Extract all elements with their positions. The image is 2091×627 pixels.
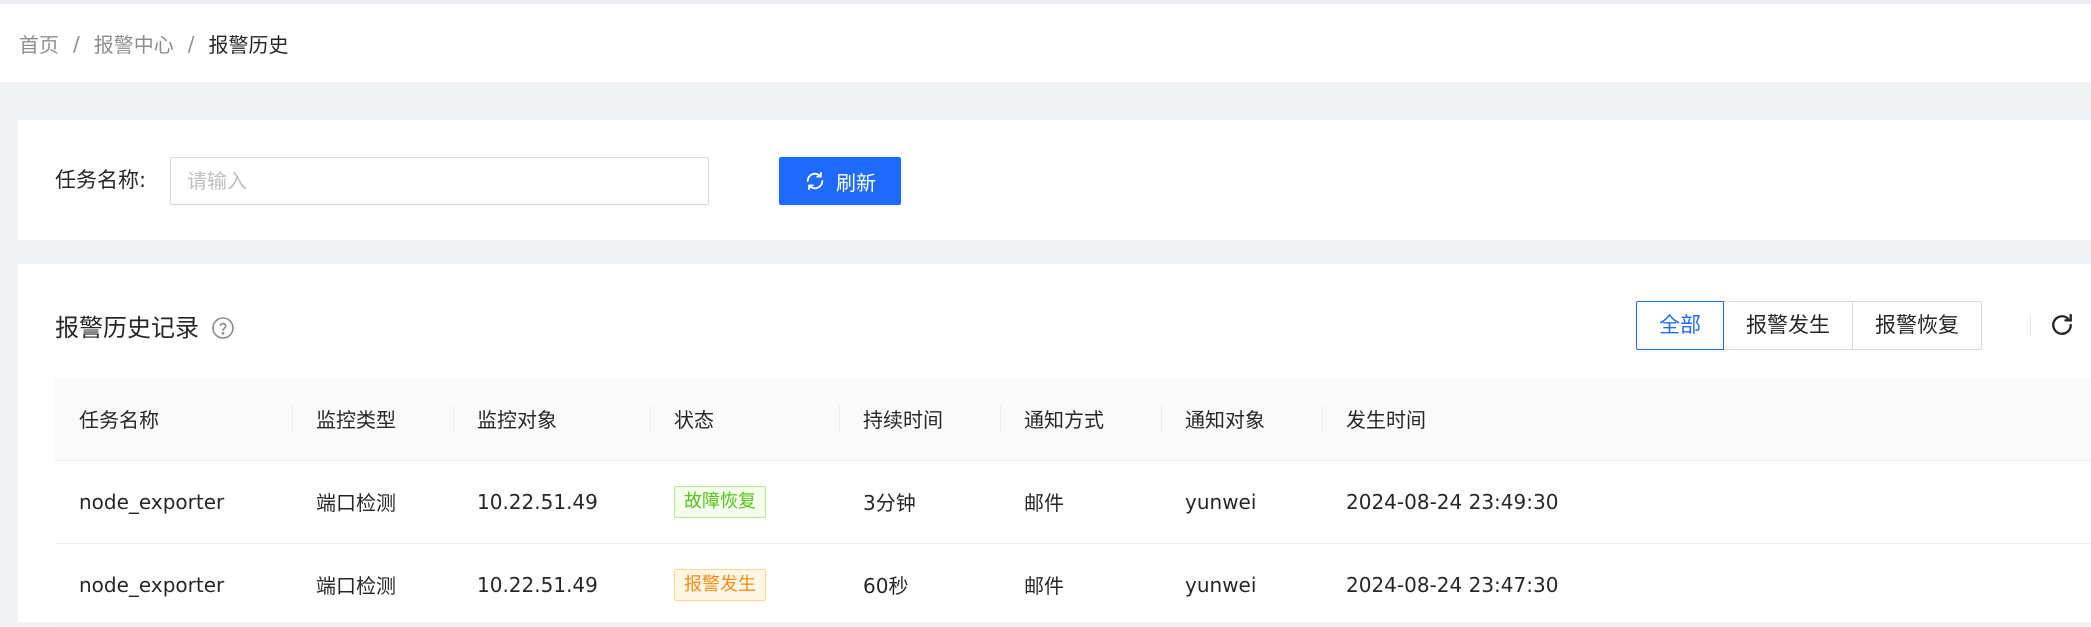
column-header-duration: 持续时间 — [839, 378, 1000, 460]
task-name-label: 任务名称: — [55, 168, 147, 192]
breadcrumb-item-alert-center[interactable]: 报警中心 — [94, 29, 174, 58]
column-header-notify-method: 通知方式 — [1000, 378, 1161, 460]
cell-notify-method: 邮件 — [1024, 491, 1064, 515]
table-header-row: 任务名称 监控类型 监控对象 状态 持续时间 通知方式 通知对象 发生时间 — [55, 378, 2091, 460]
cell-notify-target: yunwei — [1185, 489, 1257, 514]
status-filter-group: 全部 报警发生 报警恢复 — [1636, 301, 1982, 350]
cell-duration: 3分钟 — [863, 491, 916, 515]
breadcrumb: 首页 / 报警中心 / 报警历史 — [0, 4, 2091, 84]
table-row[interactable]: node_exporter 端口检测 10.22.51.49 故障恢复 3分钟 … — [55, 460, 2091, 543]
cell-task-name: node_exporter — [79, 489, 225, 514]
alert-history-card: 报警历史记录 全部 报警发生 报警恢复 任务名称 监控类型 监控对象 状态 持续… — [18, 264, 2091, 626]
filter-alert-fired-button[interactable]: 报警发生 — [1723, 301, 1853, 350]
alert-history-table: 任务名称 监控类型 监控对象 状态 持续时间 通知方式 通知对象 发生时间 no… — [55, 378, 2091, 627]
column-header-occurred-at: 发生时间 — [1322, 378, 2091, 460]
cell-occurred-at: 2024-08-24 23:49:30 — [1346, 489, 1559, 514]
table-row[interactable]: node_exporter 端口检测 10.22.51.49 报警发生 60秒 … — [55, 543, 2091, 626]
cell-occurred-at: 2024-08-24 23:47:30 — [1346, 572, 1559, 597]
breadcrumb-separator: / — [73, 31, 80, 56]
cell-monitor-type: 端口检测 — [316, 574, 396, 598]
cell-status: 故障恢复 — [650, 460, 839, 543]
card-title-text: 报警历史记录 — [55, 314, 199, 342]
filter-alert-recovered-button[interactable]: 报警恢复 — [1852, 301, 1982, 350]
refresh-button-label: 刷新 — [836, 170, 876, 195]
task-name-input[interactable] — [170, 157, 709, 205]
cell-monitor-target: 10.22.51.49 — [477, 489, 598, 514]
cell-monitor-type: 端口检测 — [316, 491, 396, 515]
column-header-monitor-target: 监控对象 — [453, 378, 650, 460]
cell-notify-method: 邮件 — [1024, 574, 1064, 598]
column-header-notify-target: 通知对象 — [1161, 378, 1322, 460]
cell-status: 报警发生 — [650, 543, 839, 626]
cell-task-name: node_exporter — [79, 572, 225, 597]
cell-notify-target: yunwei — [1185, 572, 1257, 597]
toolbar-divider — [2030, 314, 2031, 336]
column-header-monitor-type: 监控类型 — [292, 378, 453, 460]
refresh-button[interactable]: 刷新 — [779, 157, 901, 205]
filter-all-button[interactable]: 全部 — [1636, 301, 1724, 350]
cell-duration: 60秒 — [863, 574, 909, 598]
status-badge: 故障恢复 — [674, 485, 766, 518]
breadcrumb-item-alert-history: 报警历史 — [208, 33, 289, 57]
reload-icon[interactable] — [2048, 311, 2076, 339]
column-header-status: 状态 — [650, 378, 839, 460]
card-title: 报警历史记录 — [55, 308, 235, 348]
column-header-task-name: 任务名称 — [79, 408, 159, 433]
sync-icon — [806, 171, 824, 191]
search-panel: 任务名称: 刷新 — [18, 120, 2091, 240]
status-badge: 报警发生 — [674, 568, 766, 601]
cell-monitor-target: 10.22.51.49 — [477, 572, 598, 597]
question-circle-icon[interactable] — [211, 316, 235, 340]
breadcrumb-separator: / — [187, 31, 195, 56]
breadcrumb-item-home[interactable]: 首页 — [19, 29, 59, 58]
